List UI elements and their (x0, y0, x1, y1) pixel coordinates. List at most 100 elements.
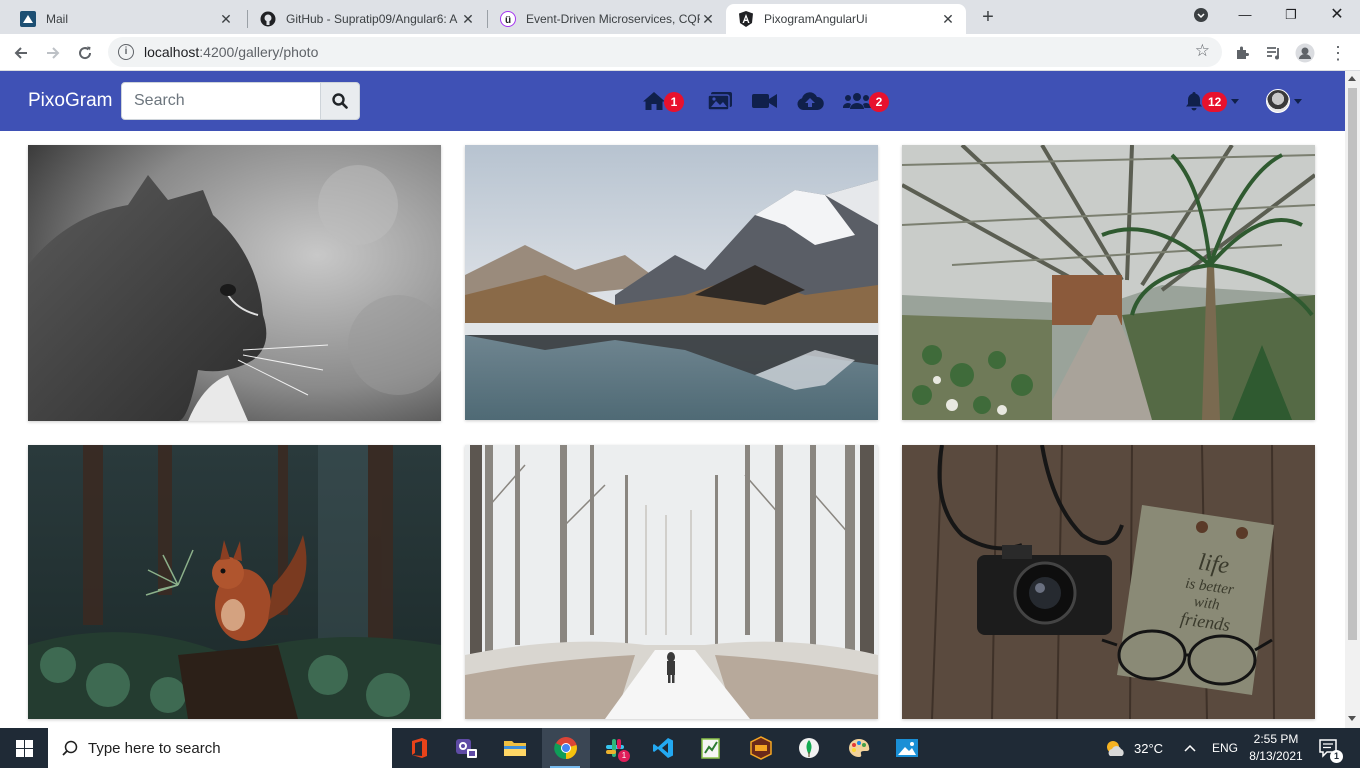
browser-tab-github[interactable]: GitHub - Supratip09/Angular6: A ✕ (248, 4, 486, 34)
paint-palette-icon (849, 738, 870, 757)
start-button[interactable] (0, 728, 48, 768)
browser-tab-pixogram[interactable]: PixogramAngularUi ✕ (726, 4, 966, 34)
cloud-upload-icon (797, 92, 824, 110)
media-controls-icon[interactable] (1262, 41, 1286, 65)
taskbar-file-explorer-app[interactable] (492, 728, 538, 768)
minimize-window-button[interactable]: — (1222, 0, 1268, 30)
nav-gallery[interactable] (707, 90, 733, 112)
tab-title: GitHub - Supratip09/Angular6: A (286, 12, 458, 26)
mountain-lake-photo-image (465, 145, 878, 420)
notifications-dropdown[interactable]: 12 (1184, 90, 1240, 112)
close-tab-icon[interactable]: ✕ (218, 11, 234, 28)
action-center-button[interactable]: 1 (1318, 728, 1343, 768)
forward-button[interactable] (40, 40, 66, 66)
show-hidden-icons-button[interactable] (1184, 728, 1196, 768)
extensions-puzzle-icon[interactable] (1230, 41, 1254, 65)
home-badge: 1 (664, 92, 684, 112)
taskbar-search-placeholder: Type here to search (88, 739, 221, 757)
users-icon (843, 93, 871, 109)
github-icon (260, 11, 276, 27)
windows-logo-icon (15, 739, 33, 757)
greenhouse-photo-image (902, 145, 1315, 420)
taskbar-slack-app[interactable]: 1 (592, 728, 638, 768)
udemy-icon: ü (500, 11, 516, 27)
chat-badge: 1 (618, 750, 630, 762)
close-tab-icon[interactable]: ✕ (460, 11, 476, 28)
tab-title: PixogramAngularUi (764, 12, 868, 26)
close-tab-icon[interactable]: ✕ (700, 11, 716, 28)
bookmark-star-icon[interactable]: ☆ (1195, 41, 1210, 61)
taskbar-chrome-app[interactable] (542, 728, 590, 768)
weather-widget[interactable]: 32°C (1104, 728, 1163, 768)
browser-tab-strip: Mail ✕ GitHub - Supratip09/Angular6: A ✕… (0, 0, 1360, 34)
url-path: :4200/gallery/photo (199, 44, 319, 60)
nav-followers[interactable]: 2 (843, 90, 889, 112)
url-host: localhost (144, 44, 200, 60)
restore-window-button[interactable]: ❐ (1268, 0, 1314, 30)
photo-gallery: life is better with friends (0, 131, 1345, 728)
taskbar-office-app[interactable] (396, 728, 442, 768)
followers-badge: 2 (869, 92, 889, 112)
camera-photo-image: life is better with friends (902, 445, 1315, 719)
profile-dropdown[interactable] (1266, 89, 1302, 113)
nav-home[interactable]: 1 (642, 90, 684, 112)
profile-avatar-icon[interactable] (1293, 41, 1317, 65)
images-icon (707, 92, 732, 111)
reload-button[interactable] (72, 40, 98, 66)
nav-upload[interactable] (796, 90, 824, 112)
squirrel-photo-image (28, 445, 441, 719)
temperature: 32°C (1134, 740, 1164, 756)
taskbar-game-app[interactable] (738, 728, 784, 768)
new-tab-button[interactable]: + (976, 6, 1000, 30)
address-bar[interactable]: i localhost:4200/gallery/photo ☆ (108, 37, 1222, 67)
taskbar-vscode-app[interactable] (640, 728, 686, 768)
gallery-photo-camera[interactable]: life is better with friends (902, 445, 1315, 719)
browser-tab-udemy[interactable]: ü Event-Driven Microservices, CQR ✕ (488, 4, 726, 34)
chrome-icon (554, 737, 577, 760)
folder-icon (504, 741, 526, 756)
system-clock[interactable]: 2:55 PM 8/13/2021 (1240, 731, 1312, 765)
taskbar-task-app[interactable] (688, 728, 734, 768)
game-badge-icon (750, 736, 772, 760)
back-button[interactable] (8, 40, 34, 66)
brand-logo[interactable]: PixoGram (28, 90, 112, 112)
gallery-photo-cat[interactable] (28, 145, 441, 421)
page-scrollbar[interactable] (1345, 71, 1360, 728)
taskbar-paint-app[interactable] (836, 728, 882, 768)
gallery-photo-snowy-forest[interactable] (465, 445, 878, 719)
windows-taskbar: Type here to search 1 32°C ENG 2:55 PM 8… (0, 728, 1360, 768)
close-tab-icon[interactable]: ✕ (940, 11, 956, 28)
tab-search-button[interactable] (1178, 0, 1224, 30)
search-input[interactable] (121, 82, 321, 120)
tab-title: Mail (46, 12, 69, 26)
gallery-photo-mountain-lake[interactable] (465, 145, 878, 420)
taskbar-photos-app[interactable] (884, 728, 930, 768)
tab-title: Event-Driven Microservices, CQR (526, 12, 700, 26)
notepad-chart-icon (701, 738, 720, 759)
angular-icon (738, 11, 754, 27)
vscode-icon (653, 738, 673, 758)
browser-menu-icon[interactable]: ⋮ (1326, 41, 1350, 65)
browser-tab-mail[interactable]: Mail ✕ (8, 4, 244, 34)
site-info-icon[interactable]: i (118, 44, 134, 60)
taskbar-mongodb-app[interactable] (786, 728, 832, 768)
gallery-photo-squirrel[interactable] (28, 445, 441, 719)
scroll-up-icon[interactable] (1348, 76, 1356, 81)
chevron-up-icon (1184, 744, 1196, 752)
close-window-button[interactable]: ✕ (1314, 0, 1360, 30)
taskbar-search-box[interactable]: Type here to search (48, 728, 392, 768)
nav-videos[interactable] (752, 90, 778, 112)
search-icon (332, 93, 348, 109)
weather-sun-cloud-icon (1107, 741, 1124, 756)
snowy-forest-photo-image (465, 445, 878, 719)
taskbar-visual-studio-app[interactable] (444, 728, 490, 768)
visual-studio-icon (456, 739, 477, 758)
input-language[interactable]: ENG (1212, 728, 1238, 768)
browser-toolbar: i localhost:4200/gallery/photo ☆ ⋮ (0, 34, 1360, 71)
scroll-down-icon[interactable] (1348, 716, 1356, 721)
svg-text:ü: ü (505, 15, 511, 26)
gallery-photo-greenhouse[interactable] (902, 145, 1315, 420)
avatar (1266, 89, 1290, 113)
scrollbar-thumb[interactable] (1348, 88, 1357, 640)
search-button[interactable] (320, 82, 360, 120)
